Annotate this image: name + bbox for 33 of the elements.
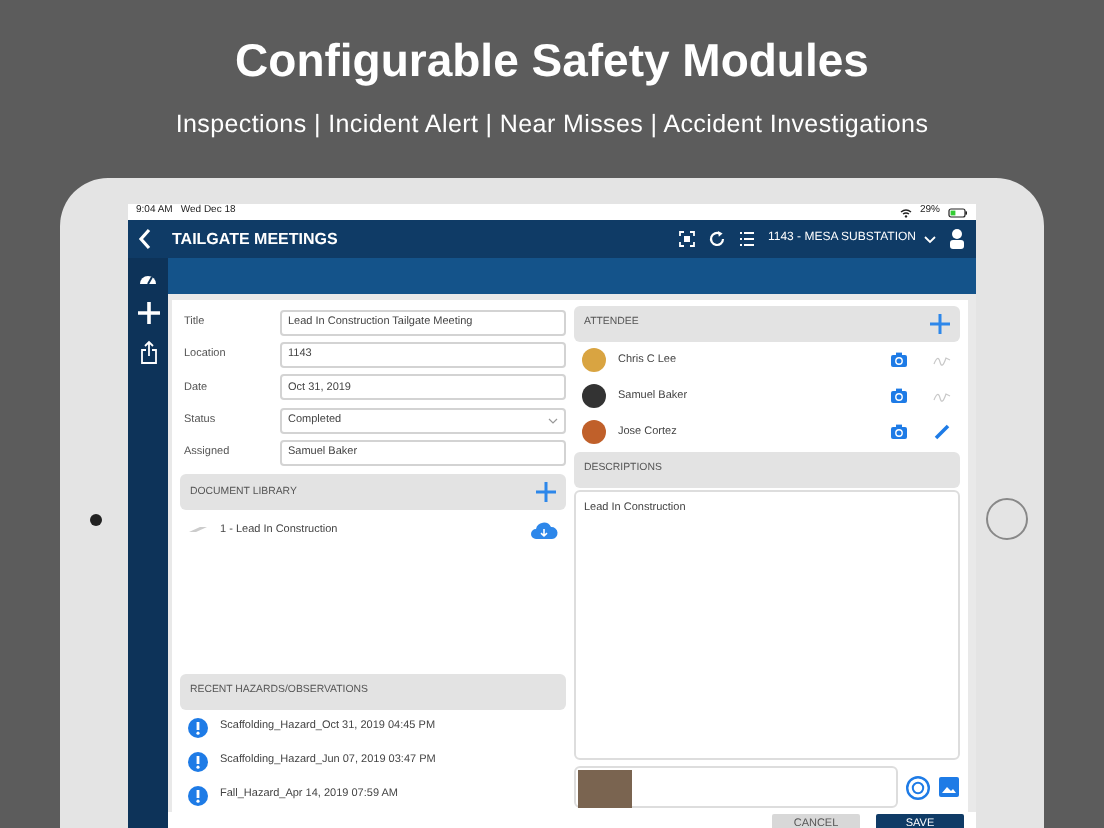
home-button[interactable] (986, 498, 1028, 540)
add-icon[interactable] (930, 314, 950, 334)
alert-icon (188, 785, 208, 805)
promo-title: Configurable Safety Modules (233, 32, 871, 88)
cloud-download-icon[interactable] (530, 519, 558, 540)
screen-title: TAILGATE MEETINGS (172, 227, 338, 251)
camera-dot (90, 514, 102, 526)
image-icon[interactable] (938, 776, 960, 798)
chevron-down-icon (548, 417, 558, 424)
promo-subtitle: Inspections | Incident Alert | Near Misses | Accident Investigations (173, 108, 931, 140)
camera-icon[interactable] (890, 388, 908, 404)
avatar-circle (582, 348, 606, 372)
list-icon[interactable] (737, 230, 756, 248)
avatar-circle (582, 384, 606, 408)
shutter-icon[interactable] (906, 775, 930, 799)
add-icon[interactable] (536, 482, 556, 503)
camera-icon[interactable] (890, 352, 908, 368)
person-icon[interactable] (948, 228, 966, 250)
back-icon[interactable] (138, 228, 152, 250)
pencil-icon[interactable] (932, 424, 952, 440)
share-icon[interactable] (139, 340, 157, 364)
scan-icon[interactable] (677, 230, 696, 248)
alert-icon (188, 717, 208, 737)
avatar-circle (582, 420, 606, 444)
battery-icon (948, 207, 968, 217)
chevron-down-icon (924, 235, 936, 243)
plus-icon[interactable] (137, 302, 159, 324)
sync-icon[interactable] (707, 230, 726, 248)
document-icon (188, 524, 208, 535)
wifi-icon (899, 207, 912, 217)
alert-icon (188, 751, 208, 771)
camera-icon[interactable] (890, 424, 908, 440)
dashboard-icon[interactable] (138, 270, 158, 286)
